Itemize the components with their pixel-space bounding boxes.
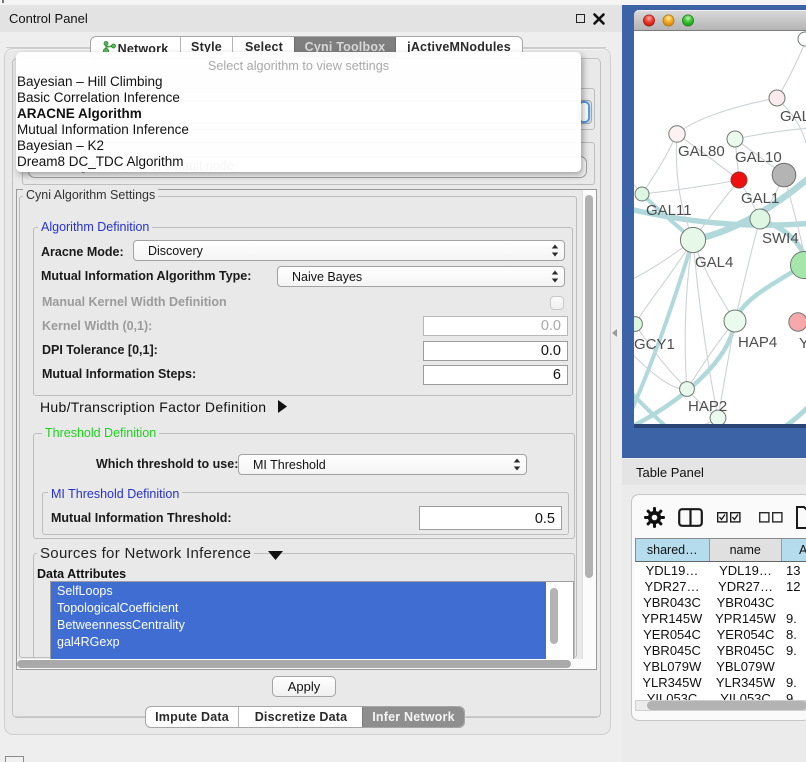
svg-text:GAL7: GAL7 [780,108,806,125]
svg-text:GAL80: GAL80 [678,143,725,160]
svg-text:HAP2: HAP2 [688,398,727,415]
svg-text:GAL1: GAL1 [741,190,779,207]
svg-text:HAP4: HAP4 [738,334,777,351]
svg-text:GAL4: GAL4 [695,254,733,271]
svg-text:GAL10: GAL10 [735,149,782,166]
svg-text:GAL11: GAL11 [646,202,692,219]
svg-text:GCY1: GCY1 [634,336,675,353]
svg-text:Y: Y [799,335,806,352]
svg-text:SWI4: SWI4 [762,230,799,247]
